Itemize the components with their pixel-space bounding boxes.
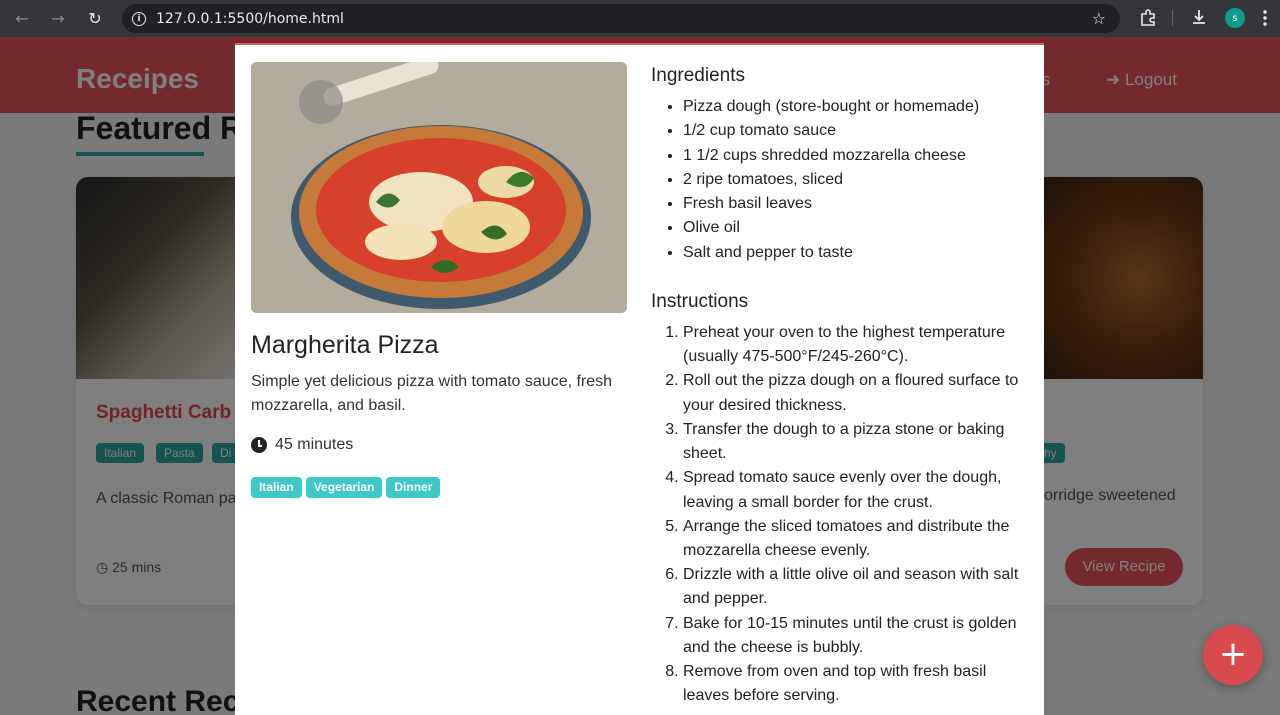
recipe-title: Margherita Pizza [251, 331, 439, 359]
profile-avatar[interactable]: s [1225, 8, 1245, 28]
recipe-details: Ingredients Pizza dough (store-bought or… [651, 65, 1031, 708]
instruction-step: Spread tomato sauce evenly over the doug… [683, 466, 1031, 514]
extensions-icon[interactable] [1139, 8, 1157, 30]
recipe-time-label: 45 minutes [275, 436, 354, 453]
recipe-tag: Vegetarian [305, 477, 383, 498]
recipe-image [251, 62, 627, 313]
ingredient-item: Fresh basil leaves [683, 192, 1031, 216]
ingredient-item: Olive oil [683, 216, 1031, 240]
instruction-step: Remove from oven and top with fresh basi… [683, 660, 1031, 708]
recipe-description: Simple yet delicious pizza with tomato s… [251, 373, 613, 414]
ingredient-item: 1 1/2 cups shredded mozzarella cheese [683, 144, 1031, 168]
browser-toolbar: ← → ↻ i 127.0.0.1:5500/home.html ☆ s [0, 0, 1280, 37]
recipe-time: 45 minutes [251, 436, 353, 454]
add-recipe-button[interactable]: + [1203, 625, 1263, 685]
instruction-step: Preheat your oven to the highest tempera… [683, 321, 1031, 369]
address-bar[interactable]: i 127.0.0.1:5500/home.html ☆ [122, 4, 1120, 33]
reload-icon[interactable]: ↻ [77, 0, 113, 37]
forward-icon[interactable]: → [40, 0, 76, 37]
ingredients-list: Pizza dough (store-bought or homemade) 1… [651, 95, 1031, 265]
toolbar-divider [1172, 10, 1173, 26]
clock-icon [251, 437, 267, 453]
browser-menu-icon[interactable] [1263, 9, 1267, 31]
instruction-step: Drizzle with a little olive oil and seas… [683, 563, 1031, 611]
address-url[interactable]: 127.0.0.1:5500/home.html [156, 11, 344, 27]
download-icon[interactable] [1190, 8, 1208, 30]
instruction-step: Arrange the sliced tomatoes and distribu… [683, 515, 1031, 563]
instructions-heading: Instructions [651, 291, 749, 313]
ingredient-item: Salt and pepper to taste [683, 241, 1031, 265]
bookmark-star-icon[interactable]: ☆ [1092, 9, 1106, 28]
instruction-step: Roll out the pizza dough on a floured su… [683, 369, 1031, 417]
recipe-tag: Dinner [386, 477, 441, 498]
site-info-icon[interactable]: i [122, 11, 156, 26]
back-icon[interactable]: ← [4, 0, 40, 37]
instructions-list: Preheat your oven to the highest tempera… [651, 321, 1031, 708]
recipe-tag: Italian [251, 477, 302, 498]
recipe-tags: Italian Vegetarian Dinner [251, 477, 441, 498]
recipe-modal: Margherita Pizza Simple yet delicious pi… [235, 43, 1044, 715]
ingredient-item: 1/2 cup tomato sauce [683, 119, 1031, 143]
ingredient-item: 2 ripe tomatoes, sliced [683, 168, 1031, 192]
ingredient-item: Pizza dough (store-bought or homemade) [683, 95, 1031, 119]
instruction-step: Transfer the dough to a pizza stone or b… [683, 418, 1031, 466]
instruction-step: Bake for 10-15 minutes until the crust i… [683, 612, 1031, 660]
ingredients-heading: Ingredients [651, 65, 746, 86]
